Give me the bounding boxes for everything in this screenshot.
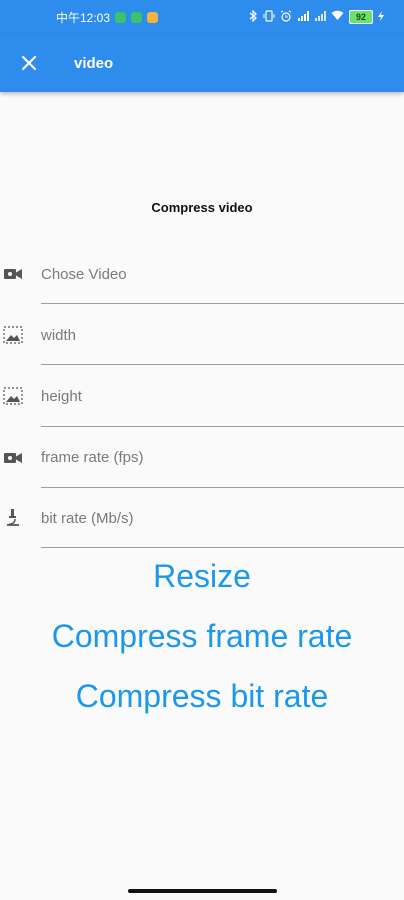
bluetooth-icon: [249, 9, 258, 25]
signal-icon: [314, 10, 326, 25]
chose-video-input[interactable]: [41, 256, 404, 292]
field-underline: [41, 303, 404, 304]
status-bar-right: 92: [249, 9, 384, 25]
charging-icon: [378, 10, 384, 24]
videocam-icon: [2, 265, 24, 283]
width-input[interactable]: [41, 317, 404, 353]
image-icon: [2, 326, 24, 344]
notification-app-icon: [147, 11, 159, 23]
status-bar-left: 中午12:03: [56, 9, 159, 26]
alarm-icon: [280, 10, 292, 25]
wifi-icon: [331, 10, 344, 24]
field-underline: [41, 364, 404, 365]
field-underline: [41, 487, 404, 488]
bit-rate-input[interactable]: [41, 500, 404, 536]
signal-icon: [297, 10, 309, 25]
compress-frame-rate-button[interactable]: Compress frame rate: [0, 618, 404, 655]
compress-bit-rate-button[interactable]: Compress bit rate: [0, 678, 404, 715]
notification-app-icon: [115, 11, 127, 23]
battery-icon: 92: [349, 10, 373, 24]
status-bar: 中午12:03 92: [0, 0, 404, 34]
close-icon: [21, 55, 37, 71]
videocam-icon: [2, 449, 24, 467]
app-bar: video: [0, 34, 404, 92]
page-heading: Compress video: [151, 200, 253, 215]
notification-app-icon: [131, 11, 143, 23]
resize-button[interactable]: Resize: [0, 558, 404, 595]
field-underline: [41, 426, 404, 427]
vibrate-icon: [263, 9, 275, 25]
microscope-icon: [2, 508, 24, 526]
app-title: video: [74, 54, 114, 72]
close-button[interactable]: [11, 45, 47, 81]
status-time: 中午12:03: [56, 10, 111, 25]
frame-rate-input[interactable]: [41, 439, 404, 475]
height-input[interactable]: [41, 378, 404, 414]
field-underline: [41, 547, 404, 548]
image-icon: [2, 387, 24, 405]
home-indicator[interactable]: [128, 889, 277, 893]
